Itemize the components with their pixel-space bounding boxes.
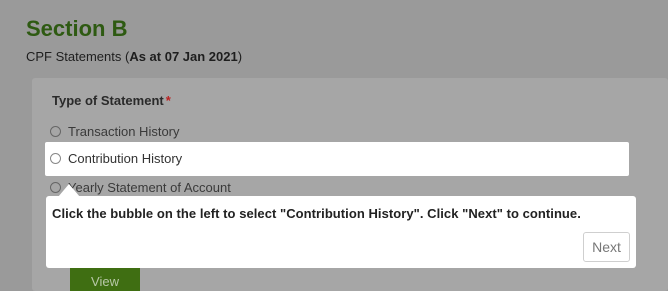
page-background: Section B CPF Statements (As at 07 Jan 2… (0, 0, 668, 291)
tooltip-instruction: Click the bubble on the left to select "… (52, 206, 581, 221)
subtitle-prefix: CPF Statements ( (26, 49, 130, 64)
subtitle-date: As at 07 Jan 2021 (129, 49, 238, 64)
option-label: Transaction History (68, 124, 180, 139)
option-contribution-history[interactable]: Contribution History (50, 151, 182, 166)
view-button[interactable]: View (70, 268, 140, 291)
subtitle-suffix: ) (237, 49, 243, 64)
type-label-text: Type of Statement (52, 93, 164, 108)
radio-transaction-history[interactable] (50, 126, 61, 137)
section-title: Section B (26, 16, 128, 41)
next-button[interactable]: Next (583, 232, 630, 262)
required-asterisk: * (165, 93, 171, 108)
option-label: Contribution History (68, 151, 183, 166)
type-of-statement-label: Type of Statement * (52, 93, 171, 108)
section-subtitle: CPF Statements (As at 07 Jan 2021) (26, 49, 242, 64)
option-transaction-history[interactable]: Transaction History (50, 124, 180, 139)
option-label: Yearly Statement of Account (68, 180, 231, 195)
radio-contribution-history[interactable] (50, 153, 61, 164)
